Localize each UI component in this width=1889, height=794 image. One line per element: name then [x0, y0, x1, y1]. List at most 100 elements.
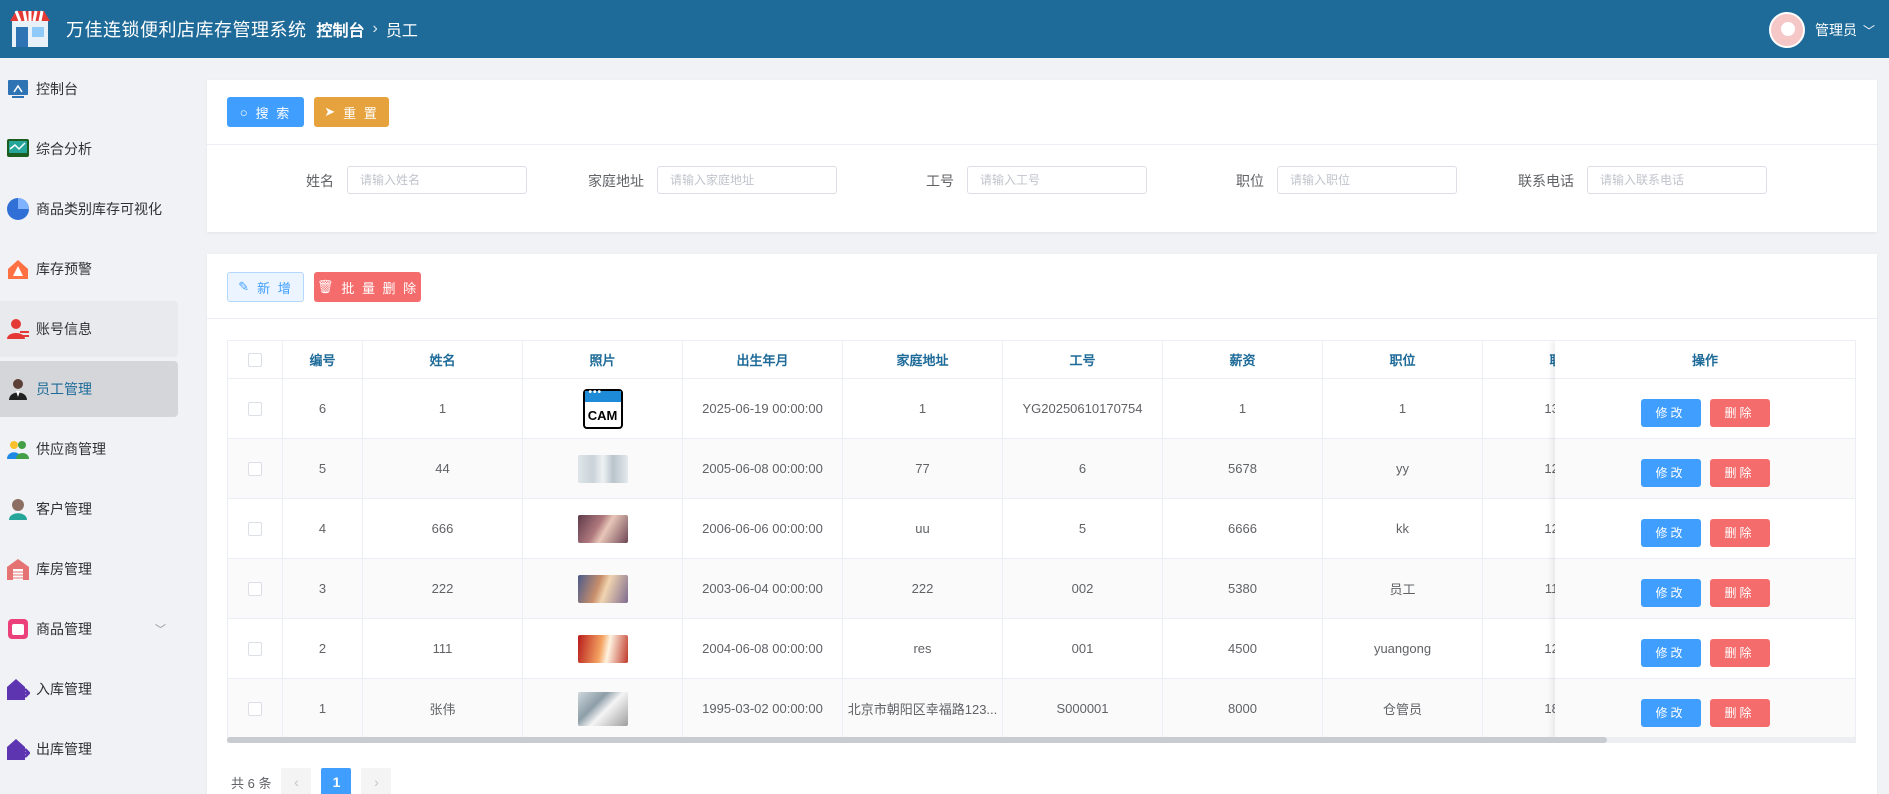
position-cell: 1 [1323, 379, 1483, 438]
user-menu[interactable]: 管理员 ﹀ [1768, 12, 1875, 48]
column-header[interactable]: 出生年月 [683, 341, 843, 378]
position-input[interactable] [1277, 166, 1457, 194]
sidebar-item-label: 账号信息 [36, 321, 92, 337]
edit-button[interactable]: 修改 [1640, 698, 1701, 727]
pie-chart-icon [6, 197, 30, 221]
horizontal-scrollbar[interactable] [227, 737, 1856, 743]
scrollbar-thumb[interactable] [227, 737, 1607, 743]
customer-icon [6, 497, 30, 521]
sidebar-item-warehouse[interactable]: 库房管理 [0, 541, 178, 597]
emp-no-input[interactable] [967, 166, 1147, 194]
search-button[interactable]: ○ 搜 索 [227, 97, 304, 127]
delete-button[interactable]: 删除 [1709, 638, 1770, 667]
sidebar-item-label: 综合分析 [36, 141, 92, 157]
breadcrumb-home[interactable]: 控制台 [317, 17, 365, 41]
next-page-icon[interactable]: › [361, 768, 392, 794]
name-cell: 666 [363, 499, 523, 558]
dashboard-icon [6, 77, 30, 101]
reset-button[interactable]: ➤ 重 置 [314, 97, 389, 127]
store-logo-icon [8, 7, 52, 51]
total-count: 共 6 条 [231, 775, 272, 791]
sidebar-item-goods[interactable]: 商品管理 ﹀ [0, 601, 178, 657]
chevron-down-icon[interactable]: ﹀ [155, 621, 166, 637]
search-panel: ○ 搜 索 ➤ 重 置 姓名 家庭地址 工号 职位 联系电话 [207, 80, 1877, 232]
address-input[interactable] [657, 166, 837, 194]
column-header[interactable]: 姓名 [363, 341, 523, 378]
column-header[interactable]: 家庭地址 [843, 341, 1003, 378]
sidebar-item-supplier[interactable]: 供应商管理 [0, 421, 178, 477]
delete-button[interactable]: 删除 [1709, 398, 1770, 427]
breadcrumb-separator-icon: › [372, 20, 378, 37]
sidebar-item-stock-warning[interactable]: 库存预警 [0, 241, 178, 297]
sidebar-item-label: 控制台 [36, 81, 78, 97]
position-cell: yuangong [1323, 619, 1483, 678]
employee-photo[interactable] [577, 574, 628, 603]
edit-button[interactable]: 修改 [1640, 398, 1701, 427]
delete-button[interactable]: 删除 [1709, 518, 1770, 547]
name-input[interactable] [347, 166, 527, 194]
row-checkbox[interactable] [248, 401, 262, 416]
actions-cell: 修改 删除 [1555, 679, 1855, 739]
sidebar-item-dashboard[interactable]: 控制台 [0, 61, 178, 117]
sidebar-item-outbound[interactable]: 出库管理 [0, 721, 178, 777]
edit-button[interactable]: 修改 [1640, 638, 1701, 667]
page-number-button[interactable]: 1 [321, 768, 352, 794]
address-cell: res [843, 619, 1003, 678]
column-header[interactable]: 工号 [1003, 341, 1163, 378]
column-header[interactable]: 职位 [1323, 341, 1483, 378]
employee-photo[interactable] [577, 454, 628, 483]
edit-button[interactable]: 修改 [1640, 458, 1701, 487]
add-button[interactable]: ✎ 新 增 [227, 272, 304, 302]
table-panel: ✎ 新 增 🗑 批 量 删 除 编号 姓名 照片 出生年月 家庭地址 工号 薪资… [207, 254, 1877, 794]
employee-photo[interactable] [577, 691, 628, 726]
position-label: 职位 [1236, 173, 1264, 189]
batch-delete-button[interactable]: 🗑 批 量 删 除 [314, 272, 421, 302]
delete-button[interactable]: 删除 [1709, 458, 1770, 487]
sidebar-item-analysis[interactable]: 综合分析 [0, 121, 178, 177]
address-label: 家庭地址 [588, 173, 644, 189]
sidebar: 控制台 综合分析 商品类别库存可视化 库存预警 账号信息 员工管理 供应商管理 … [0, 58, 186, 794]
outbound-icon [6, 737, 31, 761]
name-cell: 222 [363, 559, 523, 618]
row-checkbox[interactable] [248, 521, 262, 536]
user-name[interactable]: 管理员 [1815, 20, 1857, 40]
sidebar-item-label: 商品管理 [36, 621, 92, 637]
add-button-label: 新 增 [257, 280, 293, 296]
sidebar-item-inbound[interactable]: 入库管理 [0, 661, 178, 717]
emp-no-cell: S000001 [1003, 679, 1163, 738]
prev-page-icon[interactable]: ‹ [281, 768, 312, 794]
select-all-checkbox[interactable] [248, 352, 262, 367]
phone-input[interactable] [1587, 166, 1767, 194]
row-checkbox[interactable] [248, 581, 262, 596]
sidebar-item-category-visual[interactable]: 商品类别库存可视化 [0, 181, 178, 237]
pagination: 共 6 条 ‹ 1 › [231, 768, 392, 794]
row-checkbox[interactable] [248, 701, 262, 716]
column-header[interactable]: 照片 [523, 341, 683, 378]
edit-button[interactable]: 修改 [1640, 578, 1701, 607]
sidebar-item-employee[interactable]: 员工管理 [0, 361, 178, 417]
row-checkbox[interactable] [248, 641, 262, 656]
chevron-down-icon[interactable]: ﹀ [1863, 22, 1875, 39]
edit-button[interactable]: 修改 [1640, 518, 1701, 547]
delete-button[interactable]: 删除 [1709, 698, 1770, 727]
sidebar-item-account[interactable]: 账号信息 [0, 301, 178, 357]
search-icon: ○ [239, 104, 250, 120]
id-cell: 5 [283, 439, 363, 498]
breadcrumb: 控制台 › 员工 [317, 17, 418, 41]
avatar[interactable] [1768, 12, 1805, 48]
camera-app-icon[interactable]: CAM [582, 387, 623, 429]
birth-cell: 2006-06-06 00:00:00 [683, 499, 843, 558]
employee-photo[interactable] [577, 514, 628, 543]
salary-cell: 5678 [1163, 439, 1323, 498]
salary-cell: 5380 [1163, 559, 1323, 618]
row-checkbox[interactable] [248, 461, 262, 476]
photo-cell [523, 679, 683, 738]
column-header[interactable]: 薪资 [1163, 341, 1323, 378]
divider [207, 144, 1877, 145]
column-header[interactable]: 编号 [283, 341, 363, 378]
sidebar-item-customer[interactable]: 客户管理 [0, 481, 178, 537]
address-cell: 1 [843, 379, 1003, 438]
sidebar-item-label: 员工管理 [36, 381, 92, 397]
delete-button[interactable]: 删除 [1709, 578, 1770, 607]
employee-photo[interactable] [577, 634, 628, 663]
